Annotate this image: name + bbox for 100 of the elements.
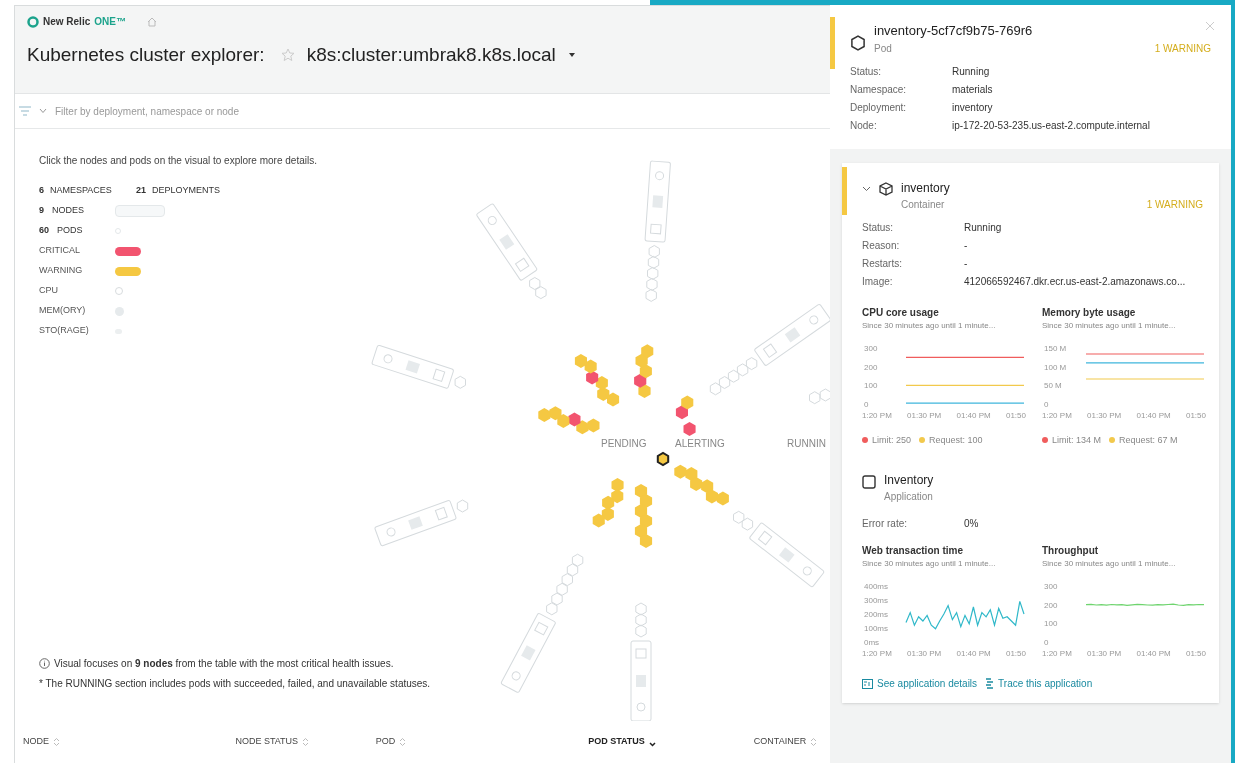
- section-label: PENDING: [601, 438, 647, 449]
- chart-subtitle: Since 30 minutes ago until 1 minute...: [1042, 319, 1177, 332]
- detail-value: -: [964, 256, 968, 271]
- detail-label: Status:: [862, 220, 895, 235]
- application-type: Application: [884, 490, 934, 504]
- container-type: Container: [901, 197, 945, 212]
- detail-label: Deployment:: [850, 100, 908, 115]
- legend-label: Limit: 250: [872, 433, 912, 447]
- count-value: 21: [135, 184, 146, 197]
- detail-label: Namespace:: [850, 82, 908, 97]
- y-tick-label: 50 M: [1044, 380, 1062, 390]
- section-label: ALERTING: [675, 438, 725, 449]
- x-tick-label: 01:40 PM: [1136, 648, 1171, 660]
- detail-label: Status:: [850, 64, 883, 79]
- filter-field[interactable]: Filter by deployment, namespace or node: [55, 103, 826, 119]
- detail-label: Restarts:: [862, 256, 903, 271]
- x-tick-label: 01:50: [1005, 409, 1026, 422]
- column-header[interactable]: NODE: [23, 735, 236, 749]
- detail-value: ip-172-20-53-235.us-east-2.compute.internal: [952, 118, 1150, 133]
- legend-label: STO(RAGE): [39, 324, 89, 338]
- y-tick-label: 150 M: [1044, 343, 1067, 353]
- y-tick-label: 100: [1044, 619, 1058, 629]
- x-tick-label: 01:30 PM: [1087, 409, 1122, 422]
- y-tick-label: 100 M: [1044, 362, 1067, 372]
- x-tick-label: 01:40 PM: [1136, 409, 1171, 422]
- x-tick-label: 01:50: [1185, 409, 1206, 422]
- container-name: inventory: [901, 179, 951, 197]
- detail-label: Node:: [850, 118, 878, 133]
- pod-name: inventory-5cf7cf9b75-769r6: [874, 22, 1033, 40]
- chart-title: CPU core usage: [862, 305, 940, 320]
- section-label: RUNNIN: [787, 438, 826, 449]
- x-tick-label: 01:30 PM: [1087, 648, 1122, 660]
- chart-title: Throughput: [1042, 544, 1100, 558]
- chart-subtitle: Since 30 minutes ago until 1 minute...: [1042, 558, 1177, 570]
- chart-title: Memory byte usage: [1042, 305, 1137, 320]
- count-value: 60: [39, 224, 49, 238]
- column-header[interactable]: POD: [375, 735, 589, 749]
- intro-text: Click the nodes and pods on the visual to explore more details.: [39, 154, 318, 168]
- y-tick-label: 200: [864, 362, 878, 372]
- chart-title: Web transaction time: [862, 544, 964, 558]
- y-tick-label: 100ms: [864, 624, 888, 633]
- warning-count: 1 WARNING: [1146, 197, 1203, 212]
- x-tick-label: 01:50: [1185, 648, 1206, 660]
- legend-label: Request: 67 M: [1119, 433, 1178, 447]
- x-tick-label: 1:20 PM: [1042, 409, 1072, 422]
- footnote: * The RUNNING section includes pods with succeeded, failed, and unavailable statuses.: [39, 677, 432, 691]
- application-name: Inventory: [884, 472, 934, 489]
- x-tick-label: 01:30 PM: [907, 648, 942, 660]
- count-value: 9: [39, 204, 44, 218]
- warning-count: 1 WARNING: [1154, 41, 1211, 56]
- x-tick-label: 1:20 PM: [862, 648, 892, 660]
- y-tick-label: 100: [864, 380, 878, 390]
- y-tick-label: 0: [1044, 399, 1049, 409]
- trace-link[interactable]: Trace this application: [985, 676, 1093, 691]
- column-header[interactable]: CONTAINER: [753, 735, 822, 749]
- x-tick-label: 1:20 PM: [862, 409, 892, 422]
- y-tick-label: 400ms: [864, 582, 888, 591]
- y-tick-label: 300ms: [864, 596, 888, 605]
- y-tick-label: 300: [1044, 582, 1058, 591]
- brand-product: ONE™: [94, 15, 126, 29]
- x-tick-label: 01:40 PM: [956, 648, 991, 660]
- detail-value: -: [964, 238, 968, 253]
- pod-type: Pod: [874, 41, 892, 56]
- count-label: NAMESPACES: [50, 184, 112, 197]
- column-header[interactable]: NODE STATUS: [235, 735, 376, 749]
- detail-value: 412066592467.dkr.ecr.us-east-2.amazonaws.co...: [964, 274, 1186, 289]
- application-details-link[interactable]: See application details: [862, 676, 978, 691]
- legend-label: CRITICAL: [39, 244, 80, 258]
- page-title: Kubernetes cluster explorer:: [27, 43, 265, 67]
- legend-label: NODES: [52, 204, 85, 218]
- detail-value: Running: [952, 64, 990, 79]
- column-header[interactable]: POD STATUS: [588, 735, 754, 749]
- y-tick-label: 300: [864, 343, 878, 353]
- x-tick-label: 01:40 PM: [956, 409, 991, 422]
- legend-label: Limit: 134 M: [1052, 433, 1102, 447]
- info-note: Visual focuses on 9 nodes from the table with the most critical health issues.: [54, 657, 394, 671]
- y-tick-label: 0ms: [864, 638, 880, 647]
- count-label: DEPLOYMENTS: [151, 184, 220, 197]
- detail-label: Reason:: [862, 238, 901, 253]
- y-tick-label: 0: [864, 399, 869, 409]
- y-tick-label: 200: [1044, 600, 1058, 610]
- detail-label: Error rate:: [862, 517, 908, 531]
- legend-label: Request: 100: [929, 433, 983, 447]
- brand-name: New Relic: [43, 15, 91, 29]
- detail-value: inventory: [952, 100, 993, 115]
- x-tick-label: 01:30 PM: [907, 409, 942, 422]
- chart-subtitle: Since 30 minutes ago until 1 minute...: [862, 558, 997, 570]
- y-tick-label: 200ms: [864, 610, 888, 619]
- x-tick-label: 01:50: [1005, 648, 1026, 660]
- legend-label: PODS: [57, 224, 83, 238]
- chart-subtitle: Since 30 minutes ago until 1 minute...: [862, 319, 997, 332]
- detail-value: Running: [964, 220, 1002, 235]
- detail-value: materials: [952, 82, 993, 97]
- x-tick-label: 1:20 PM: [1042, 648, 1072, 660]
- legend-label: MEM(ORY): [39, 304, 86, 318]
- y-tick-label: 0: [1044, 638, 1049, 647]
- cluster-selector[interactable]: k8s:cluster:umbrak8.k8s.local: [306, 41, 576, 70]
- legend-label: WARNING: [39, 264, 83, 278]
- detail-label: Image:: [862, 274, 894, 289]
- count-value: 6: [39, 184, 44, 197]
